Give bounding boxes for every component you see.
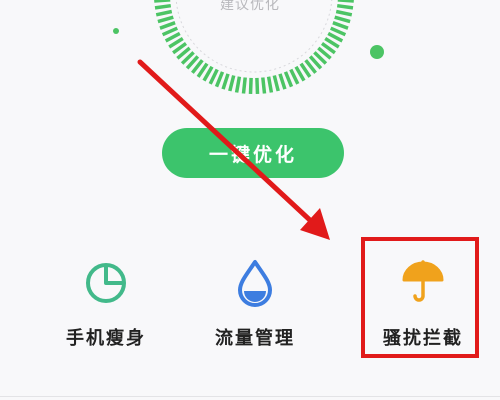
divider — [0, 396, 500, 397]
gauge-tick — [248, 77, 253, 94]
tool-label: 手机瘦身 — [66, 328, 146, 349]
tool-harassment-blocking[interactable]: 骚扰拦截 — [358, 252, 488, 362]
gauge-tick — [283, 71, 294, 88]
gauge-caption: 建议优化 — [220, 0, 280, 13]
gauge-tick — [334, 15, 351, 24]
gauge-tick — [161, 26, 179, 37]
gauge-tick — [289, 68, 300, 85]
gauge-tick — [329, 26, 347, 37]
optimization-gauge: 建议优化 — [0, 0, 500, 120]
gauge-tick — [159, 21, 176, 30]
gauge-tick — [255, 77, 260, 94]
gauge-tick — [266, 76, 274, 93]
gauge-tick — [261, 77, 267, 94]
gauge-tick — [241, 77, 247, 94]
tool-label: 骚扰拦截 — [383, 328, 463, 349]
gauge-tick — [214, 71, 225, 88]
gauge-tick — [208, 68, 219, 85]
gauge-tick — [272, 75, 280, 92]
gauge-tick — [157, 15, 174, 24]
gauge-tick — [228, 75, 236, 92]
gauge-dot-small — [113, 28, 119, 34]
gauge-tick — [278, 73, 287, 90]
umbrella-icon — [396, 256, 450, 310]
tool-traffic-management[interactable]: 流量管理 — [190, 252, 320, 362]
water-drop-icon — [228, 256, 282, 310]
gauge-dot-large — [370, 45, 384, 59]
pie-chart-icon — [79, 256, 133, 310]
one-tap-optimize-button[interactable]: 一键优化 — [162, 128, 344, 178]
gauge-tick — [221, 73, 230, 90]
tool-label: 流量管理 — [215, 328, 295, 349]
gauge-tick — [332, 21, 349, 30]
gauge-ring-icon — [113, 0, 384, 94]
gauge-tick — [234, 76, 242, 93]
tool-phone-slimming[interactable]: 手机瘦身 — [41, 252, 171, 362]
